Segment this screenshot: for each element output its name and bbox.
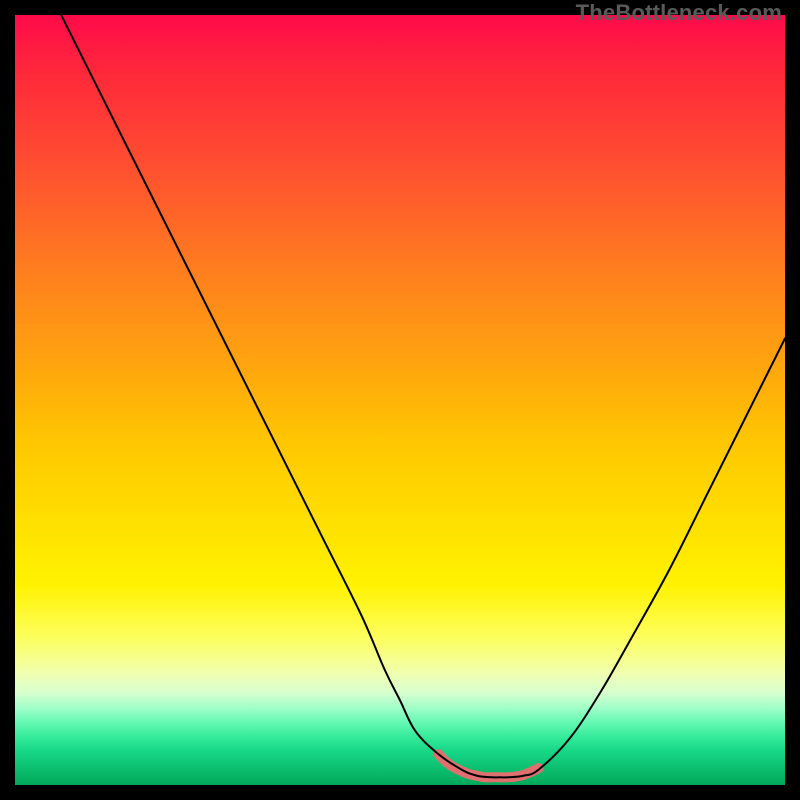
chart-container: TheBottleneck.com: [0, 0, 800, 800]
curve-svg: [15, 15, 785, 785]
plot-area: [15, 15, 785, 785]
watermark-text: TheBottleneck.com: [576, 0, 782, 26]
bottleneck-curve-path: [61, 15, 785, 777]
